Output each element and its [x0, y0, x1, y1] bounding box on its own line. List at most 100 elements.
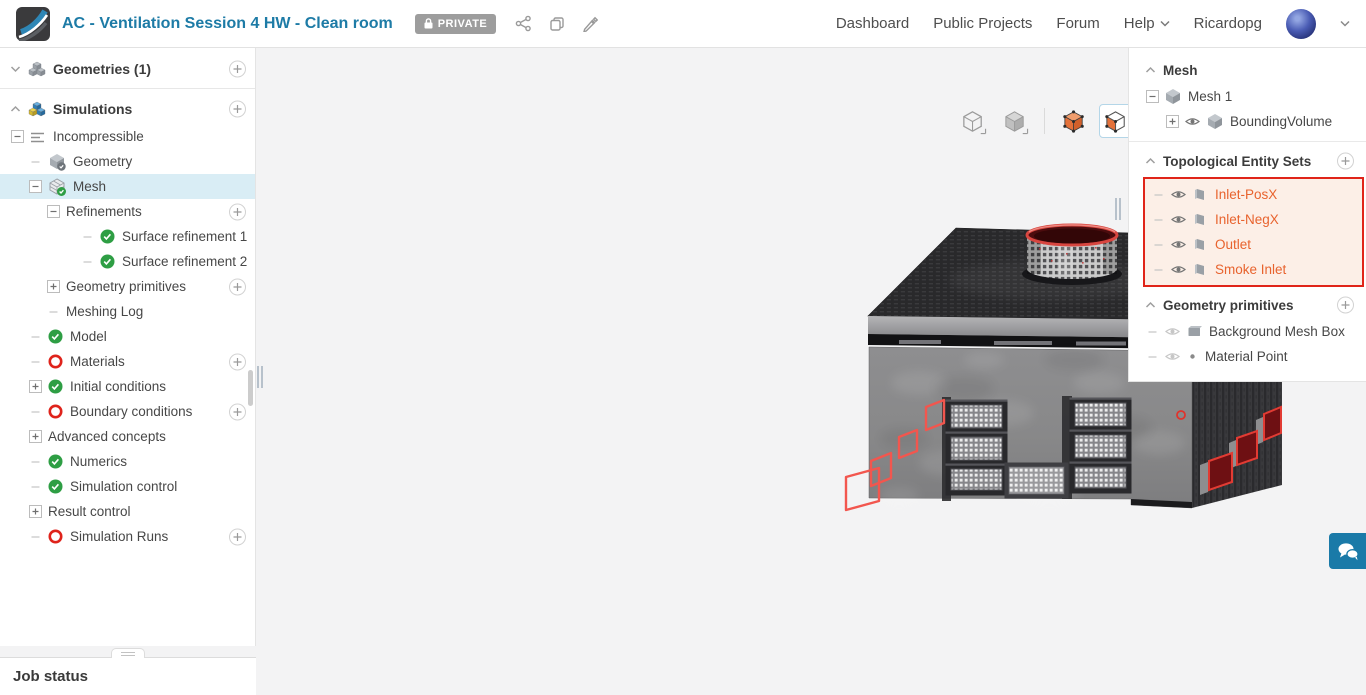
top-navigation: Dashboard Public Projects Forum Help Ric…: [836, 8, 1350, 39]
visibility-on-icon[interactable]: [1171, 214, 1186, 225]
sidebar-item-geometries-1[interactable]: Geometries (1): [0, 53, 255, 84]
expand-toggle-icon[interactable]: [28, 430, 43, 443]
entity-item-material-point[interactable]: Material Point: [1129, 344, 1366, 369]
nav-public-projects[interactable]: Public Projects: [933, 15, 1032, 32]
tree-connector-icon: [1151, 218, 1166, 222]
edit-title-button[interactable]: [576, 10, 603, 37]
mesh-entities-panel: Mesh Mesh 1 BoundingVolume Topological Enti…: [1128, 48, 1366, 382]
entity-item-boundingvolume[interactable]: BoundingVolume: [1129, 109, 1366, 134]
sidebar-item-initial-conditions[interactable]: Initial conditions: [0, 374, 255, 399]
add-refinements-button[interactable]: [229, 203, 246, 220]
tree-connector-icon: [28, 410, 43, 414]
sidebar-item-label: Meshing Log: [66, 304, 144, 319]
sidebar-item-result-control[interactable]: Result control: [0, 499, 255, 524]
sidebar-item-materials[interactable]: Materials: [0, 349, 255, 374]
sidebar-item-incompressible[interactable]: Incompressible: [0, 124, 255, 149]
add-materials-button[interactable]: [229, 353, 246, 370]
sidebar-item-simulation-control[interactable]: Simulation control: [0, 474, 255, 499]
add-simulations-button[interactable]: [229, 100, 246, 117]
sidebar-item-label: Refinements: [66, 204, 142, 219]
visibility-on-icon[interactable]: [1185, 116, 1200, 127]
collapse-toggle-icon[interactable]: [1145, 90, 1160, 103]
section-header-topological-entity-sets[interactable]: Topological Entity Sets: [1129, 147, 1366, 175]
job-status-handle[interactable]: [111, 648, 145, 658]
add-geometries-1-button[interactable]: [229, 60, 246, 77]
sidebar-item-label: Model: [70, 329, 107, 344]
cubes-gray-icon: [28, 61, 46, 77]
section-collapse-icon[interactable]: [1145, 157, 1156, 165]
visibility-on-icon[interactable]: [1171, 239, 1186, 250]
add-topological-entity-sets-button[interactable]: [1337, 152, 1354, 170]
sidebar-item-boundary-conditions[interactable]: Boundary conditions: [0, 399, 255, 424]
face-sheet-icon: [1193, 212, 1208, 227]
status-check-icon: [48, 329, 63, 344]
expand-toggle-icon[interactable]: [1165, 115, 1180, 128]
sidebar-item-refinements[interactable]: Refinements: [0, 199, 255, 224]
sidebar-item-meshing-log[interactable]: Meshing Log: [0, 299, 255, 324]
collapse-chevron-icon[interactable]: [8, 65, 23, 73]
nav-forum[interactable]: Forum: [1056, 15, 1099, 32]
duplicate-button[interactable]: [543, 10, 570, 37]
entity-item-smoke-inlet[interactable]: Smoke Inlet: [1145, 257, 1362, 282]
collapse-toggle-icon[interactable]: [10, 130, 25, 143]
add-boundary-conditions-button[interactable]: [229, 403, 246, 420]
entity-item-outlet[interactable]: Outlet: [1145, 232, 1362, 257]
entity-item-inlet-posx[interactable]: Inlet-PosX: [1145, 182, 1362, 207]
section-collapse-icon[interactable]: [1145, 66, 1156, 74]
user-avatar[interactable]: [1286, 8, 1316, 39]
sidebar-item-label: Mesh: [73, 179, 107, 194]
right-panel-resize-handle[interactable]: [1115, 198, 1121, 220]
section-header-geometry-primitives[interactable]: Geometry primitives: [1129, 291, 1366, 319]
sidebar-item-label: Simulation control: [70, 479, 178, 494]
entity-item-inlet-negx[interactable]: Inlet-NegX: [1145, 207, 1362, 232]
tree-connector-icon: [1151, 268, 1166, 272]
sidebar-item-label: Advanced concepts: [48, 429, 166, 444]
expand-toggle-icon[interactable]: [46, 280, 61, 293]
nav-username[interactable]: Ricardopg: [1194, 15, 1262, 32]
add-geometry-primitives-button[interactable]: [1337, 296, 1354, 314]
left-panel-resize-handle[interactable]: [257, 366, 263, 388]
section-collapse-icon[interactable]: [1145, 301, 1156, 309]
expand-toggle-icon[interactable]: [28, 505, 43, 518]
collapse-toggle-icon[interactable]: [28, 180, 43, 193]
entity-item-label: BoundingVolume: [1230, 114, 1333, 129]
expand-chevron-icon[interactable]: [8, 105, 23, 113]
chat-button[interactable]: [1329, 533, 1366, 569]
section-header-mesh[interactable]: Mesh: [1129, 56, 1366, 84]
app-logo-icon[interactable]: [16, 6, 50, 43]
sidebar-item-surface-refinement-1[interactable]: Surface refinement 1: [0, 224, 255, 249]
sidebar-item-label: Simulations: [53, 100, 133, 117]
add-geometry-primitives-button[interactable]: [229, 278, 246, 295]
sidebar-item-advanced-concepts[interactable]: Advanced concepts: [0, 424, 255, 449]
point-dot-icon: [1187, 351, 1198, 362]
status-check-icon: [100, 229, 115, 244]
entity-item-background-mesh-box[interactable]: Background Mesh Box: [1129, 319, 1366, 344]
collapse-toggle-icon[interactable]: [46, 205, 61, 218]
user-menu-chevron-icon[interactable]: [1340, 20, 1350, 27]
sidebar-item-geometry-primitives[interactable]: Geometry primitives: [0, 274, 255, 299]
visibility-on-icon[interactable]: [1171, 189, 1186, 200]
nav-help[interactable]: Help: [1124, 15, 1170, 32]
visibility-off-icon[interactable]: [1165, 326, 1180, 337]
add-simulation-runs-button[interactable]: [229, 528, 246, 545]
expand-toggle-icon[interactable]: [28, 380, 43, 393]
sidebar-item-simulations[interactable]: Simulations: [0, 93, 255, 124]
toolbar-separator: [1044, 108, 1045, 134]
sidebar-item-mesh[interactable]: Mesh: [0, 174, 255, 199]
wireframe-view-button[interactable]: [956, 104, 990, 138]
nav-dashboard[interactable]: Dashboard: [836, 15, 909, 32]
mesh-check-icon: [48, 177, 66, 196]
sidebar-item-numerics[interactable]: Numerics: [0, 449, 255, 474]
shaded-view-button[interactable]: [998, 104, 1032, 138]
sidebar-item-model[interactable]: Model: [0, 324, 255, 349]
sidebar-item-simulation-runs[interactable]: Simulation Runs: [0, 524, 255, 549]
sidebar-scrollbar[interactable]: [248, 370, 253, 406]
sidebar-item-geometry[interactable]: Geometry: [0, 149, 255, 174]
sidebar-item-surface-refinement-2[interactable]: Surface refinement 2: [0, 249, 255, 274]
visibility-on-icon[interactable]: [1171, 264, 1186, 275]
visibility-off-icon[interactable]: [1165, 351, 1180, 362]
share-button[interactable]: [510, 10, 537, 37]
volume-select-button[interactable]: [1057, 104, 1091, 138]
entity-item-mesh-1[interactable]: Mesh 1: [1129, 84, 1366, 109]
entity-item-label: Material Point: [1205, 349, 1288, 364]
